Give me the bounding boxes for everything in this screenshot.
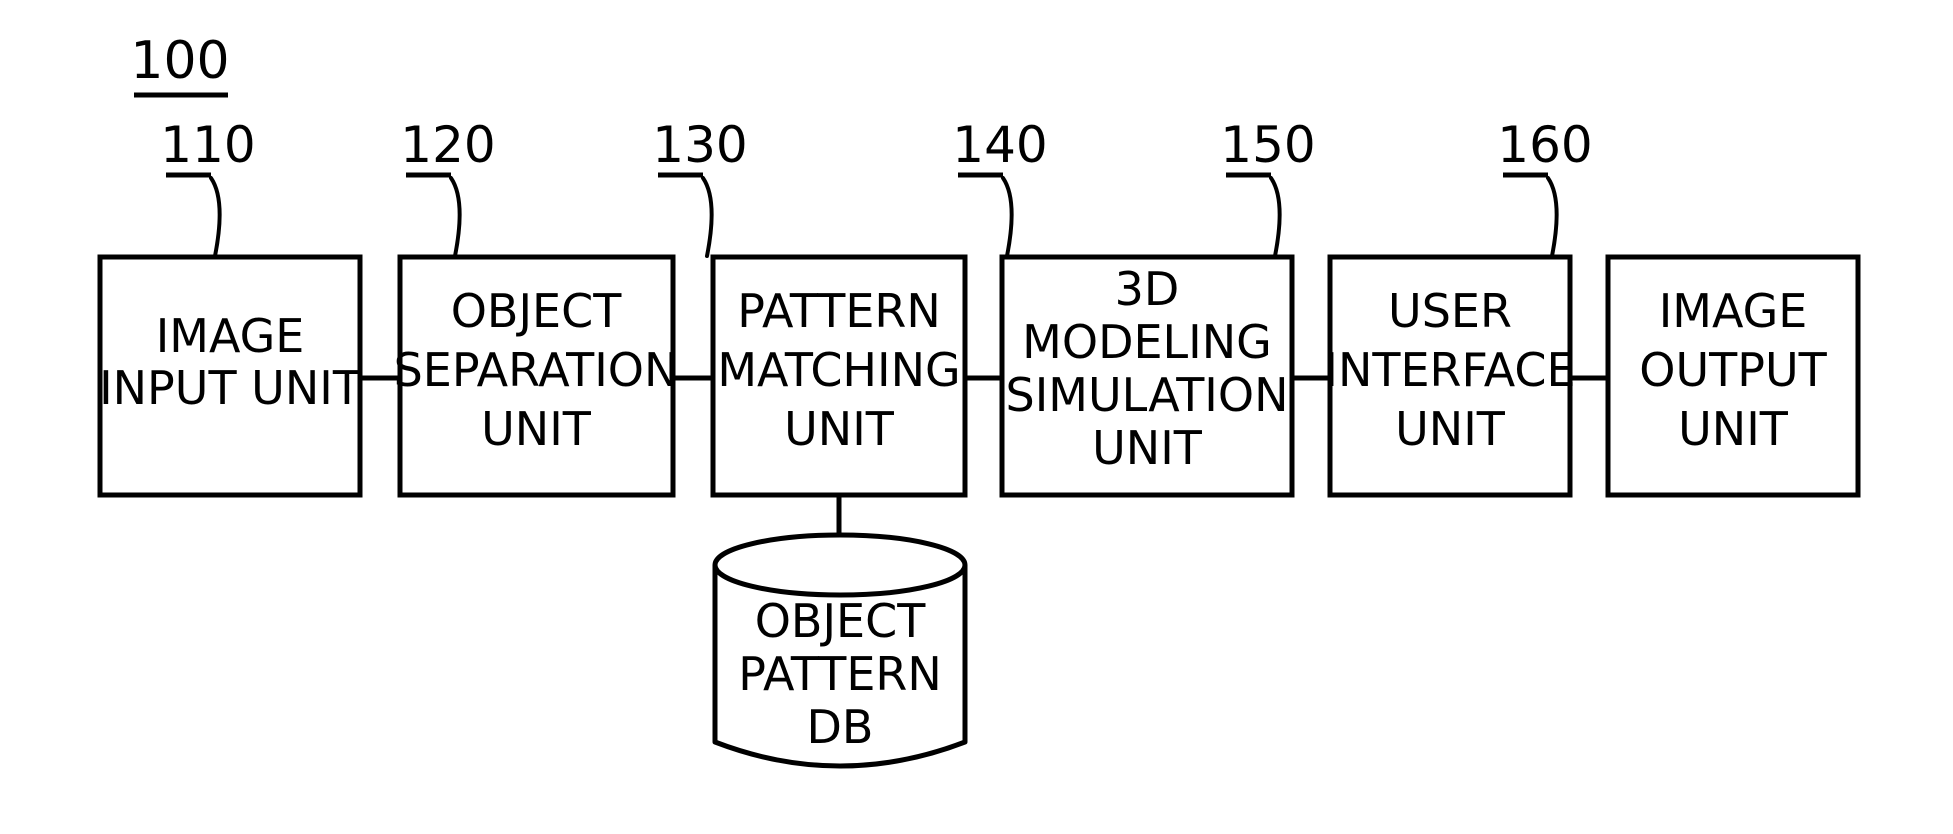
block-120-line-2: SEPARATION: [394, 343, 679, 397]
ref-number-130: 130: [652, 116, 747, 174]
figure-canvas: 100 110 120 130 140 150 160 IMAGE INPUT …: [97, 31, 1861, 769]
block-110-line-2: INPUT UNIT: [99, 361, 362, 415]
block-160-line-1: IMAGE: [1659, 284, 1808, 338]
block-120-line-1: OBJECT: [451, 284, 623, 338]
block-130-line-3: UNIT: [784, 402, 895, 456]
block-150-line-3: UNIT: [1395, 402, 1506, 456]
leader-line-160: [1546, 176, 1559, 258]
block-110-line-1: IMAGE: [156, 309, 305, 363]
block-user-interface-unit[interactable]: USER INTERFACE UNIT: [1324, 254, 1576, 498]
block-130-line-1: PATTERN: [737, 284, 941, 338]
database-line-3: DB: [807, 700, 874, 754]
ref-number-110: 110: [160, 116, 255, 174]
block-object-separation-unit[interactable]: OBJECT SEPARATION UNIT: [394, 254, 679, 498]
database-cylinder-top: [712, 532, 968, 598]
leader-line-150: [1269, 176, 1282, 258]
block-pattern-matching-unit[interactable]: PATTERN MATCHING UNIT: [710, 254, 968, 498]
leader-line-140: [1001, 176, 1014, 258]
database-line-1: OBJECT: [755, 594, 927, 648]
patent-figure-diagram: 100 110 120 130 140 150 160 IMAGE INPUT …: [0, 0, 1953, 834]
ref-number-120: 120: [400, 116, 495, 174]
block-140-line-2: MODELING: [1022, 315, 1272, 369]
block-3d-modeling-simulation-unit[interactable]: 3D MODELING SIMULATION UNIT: [999, 254, 1295, 498]
block-image-output-unit[interactable]: IMAGE OUTPUT UNIT: [1605, 254, 1861, 498]
block-140-line-3: SIMULATION: [1006, 368, 1289, 422]
block-120-line-3: UNIT: [481, 402, 592, 456]
ref-number-160: 160: [1497, 116, 1592, 174]
ref-number-150: 150: [1220, 116, 1315, 174]
database-line-2: PATTERN: [738, 647, 942, 701]
leader-line-110: [209, 176, 222, 258]
block-140-line-1: 3D: [1115, 262, 1180, 316]
leader-line-130: [701, 176, 714, 258]
leader-line-120: [449, 176, 462, 258]
block-image-input-unit[interactable]: IMAGE INPUT UNIT: [97, 254, 363, 498]
block-160-line-3: UNIT: [1678, 402, 1789, 456]
database-object-pattern-db[interactable]: OBJECT PATTERN DB: [712, 532, 968, 769]
block-160-line-2: OUTPUT: [1639, 343, 1827, 397]
block-140-line-4: UNIT: [1092, 421, 1203, 475]
figure-number-label: 100: [130, 31, 229, 91]
ref-number-140: 140: [952, 116, 1047, 174]
block-150-line-1: USER: [1388, 284, 1512, 338]
block-130-line-2: MATCHING: [717, 343, 960, 397]
block-150-line-2: INTERFACE: [1324, 343, 1575, 397]
